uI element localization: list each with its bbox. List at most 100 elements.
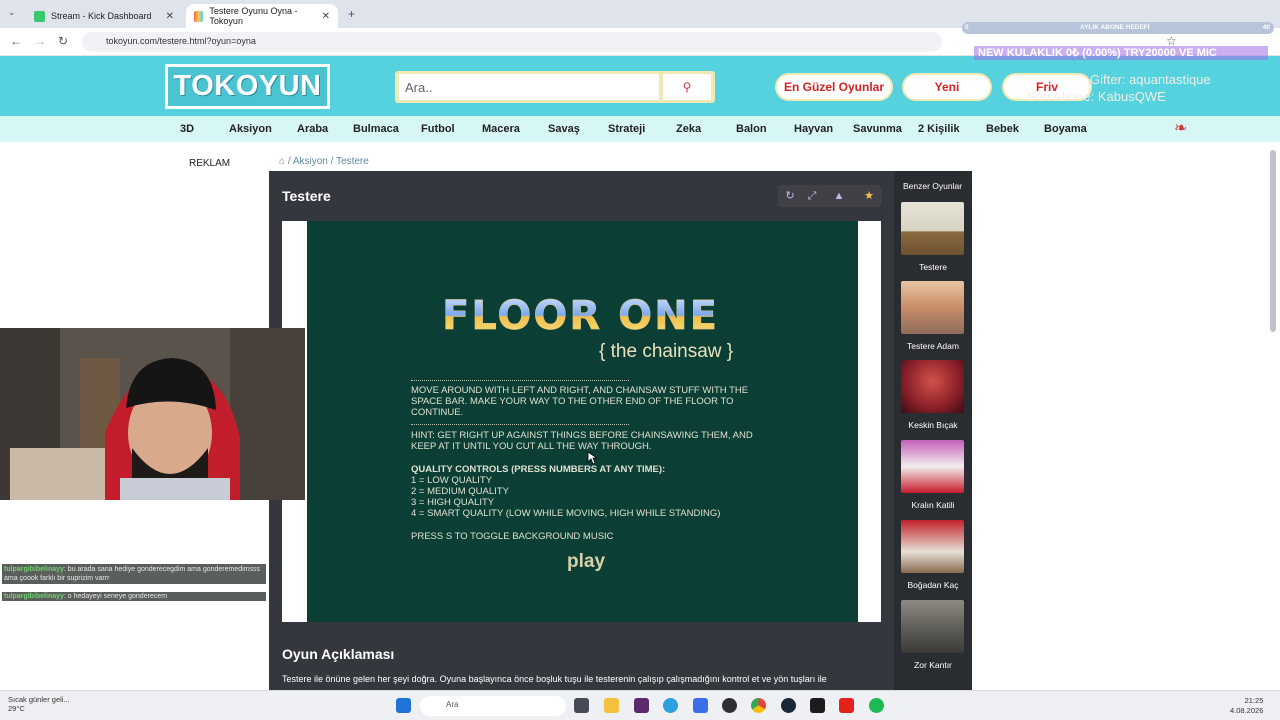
- taskbar-search[interactable]: Ara: [420, 696, 566, 716]
- clock-time: 21:25: [1244, 696, 1264, 705]
- game-label[interactable]: Kralın Katili: [894, 500, 972, 510]
- game-thumb-kralin-katili[interactable]: [901, 440, 964, 493]
- category-zeka[interactable]: Zeka: [676, 123, 701, 135]
- chrome-icon[interactable]: [751, 698, 766, 713]
- game-thumb-bogadan-kac[interactable]: [901, 520, 964, 573]
- game-canvas[interactable]: FLOOR ONE { the chainsaw } MOVE AROUND W…: [307, 221, 858, 622]
- new-games-button[interactable]: Yeni: [902, 73, 992, 101]
- chat-message: tulpargibibelinayy: o hedayeyi seneye go…: [2, 592, 266, 601]
- tab-testere[interactable]: Testere Oyunu Oyna - Tokoyun ✕: [186, 4, 338, 28]
- search-input[interactable]: [399, 74, 659, 100]
- description-title: Oyun Açıklaması: [282, 646, 395, 662]
- music-toggle-text: PRESS S TO TOGGLE BACKGROUND MUSIC: [411, 531, 614, 542]
- game-hint: HINT: GET RIGHT UP AGAINST THINGS BEFORE…: [411, 430, 753, 452]
- quality-option: 4 = SMART QUALITY (LOW WHILE MOVING, HIG…: [411, 508, 721, 519]
- category-savunma[interactable]: Savunma: [853, 123, 902, 135]
- flame-logo-icon: ❧: [1174, 120, 1188, 137]
- app-icon[interactable]: [810, 698, 825, 713]
- game-thumb-testere-adam[interactable]: [901, 281, 964, 334]
- category-bulmaca[interactable]: Bulmaca: [353, 123, 399, 135]
- report-icon[interactable]: ▲: [832, 189, 846, 203]
- category-macera[interactable]: Macera: [482, 123, 520, 135]
- task-view-icon[interactable]: [574, 698, 589, 713]
- clock[interactable]: 21:25 4.08.2026: [1230, 696, 1263, 716]
- file-explorer-icon[interactable]: [604, 698, 619, 713]
- category-savas[interactable]: Savaş: [548, 123, 580, 135]
- breadcrumb-testere[interactable]: Testere: [336, 156, 369, 167]
- weather-text: Sıcak günler geli...: [8, 695, 70, 704]
- new-tab-icon[interactable]: +: [348, 7, 355, 21]
- quality-option: 3 = HIGH QUALITY: [411, 497, 495, 508]
- quality-option: 2 = MEDIUM QUALITY: [411, 486, 509, 497]
- best-games-button[interactable]: En Güzel Oyunlar: [775, 73, 893, 101]
- category-araba[interactable]: Araba: [297, 123, 328, 135]
- game-thumb-zor-kantir[interactable]: [901, 600, 964, 653]
- tab-menu-icon[interactable]: ⌄: [8, 7, 16, 18]
- search-button[interactable]: ⚲: [663, 74, 711, 100]
- os-taskbar: Sıcak günler geli... 29°C Ara 21:25 4.08…: [0, 690, 1280, 720]
- weather-widget[interactable]: Sıcak günler geli... 29°C: [8, 695, 70, 713]
- game-title: Testere: [282, 188, 331, 204]
- spotify-icon[interactable]: [869, 698, 884, 713]
- fullscreen-icon[interactable]: ⤢: [805, 189, 819, 203]
- game-label[interactable]: Keskin Bıçak: [894, 420, 972, 430]
- site-logo[interactable]: TOKOYUN: [165, 64, 330, 109]
- separator: [411, 380, 629, 381]
- game-label[interactable]: Testere Adam: [894, 341, 972, 351]
- steam-icon[interactable]: [781, 698, 796, 713]
- start-menu-icon[interactable]: [396, 698, 411, 713]
- chat-message: tulpargibibelinayy: bu arada sana hediye…: [2, 564, 266, 584]
- gifter-text: Gifter: aquantastique: [1090, 72, 1211, 87]
- game-thumb-keskin-bicak[interactable]: [901, 360, 964, 413]
- tab-kick-dashboard[interactable]: Stream - Kick Dashboard ✕: [26, 4, 182, 28]
- page-scrollbar[interactable]: [1270, 150, 1276, 332]
- url-text: tokoyun.com/testere.html?oyun=oyna: [106, 36, 256, 46]
- game-label[interactable]: Testere: [894, 262, 972, 272]
- url-field[interactable]: tokoyun.com/testere.html?oyun=oyna: [82, 32, 942, 52]
- category-bebek[interactable]: Bebek: [986, 123, 1019, 135]
- webcam-overlay: [0, 328, 305, 500]
- quality-option: 1 = LOW QUALITY: [411, 475, 493, 486]
- tab-label: Testere Oyunu Oyna - Tokoyun: [209, 6, 298, 26]
- quality-header: QUALITY CONTROLS (PRESS NUMBERS AT ANY T…: [411, 464, 666, 475]
- chat-user: tulpargibibelinayy: [4, 593, 64, 600]
- ad-label: REKLAM: [189, 158, 231, 169]
- chat-text: : o hedayeyi seneye gonderecem: [63, 593, 168, 600]
- app-icon[interactable]: [634, 698, 649, 713]
- chat-user: tulpargibibelinayy: [4, 566, 64, 573]
- category-boyama[interactable]: Boyama: [1044, 123, 1087, 135]
- home-icon[interactable]: ⌂: [279, 156, 285, 167]
- edge-icon[interactable]: [663, 698, 678, 713]
- breadcrumb: ⌂ / Aksiyon / Testere: [279, 156, 369, 167]
- similar-games-title: Benzer Oyunlar: [903, 181, 963, 191]
- play-button[interactable]: play: [567, 551, 605, 573]
- breadcrumb-aksiyon[interactable]: Aksiyon: [293, 156, 328, 167]
- subscriber-goal-bar: 0 AYLIK ABONE HEDEFİ 40: [962, 22, 1274, 34]
- category-balon[interactable]: Balon: [736, 123, 767, 135]
- clock-date: 4.08.2026: [1230, 706, 1264, 715]
- close-icon[interactable]: ✕: [322, 11, 330, 22]
- youtube-icon[interactable]: [839, 698, 854, 713]
- category-futbol[interactable]: Futbol: [421, 123, 455, 135]
- weather-temp: 29°C: [8, 704, 25, 713]
- store-icon[interactable]: [693, 698, 708, 713]
- close-icon[interactable]: ✕: [166, 11, 174, 22]
- app-icon[interactable]: [722, 698, 737, 713]
- game-thumb-testere[interactable]: [901, 202, 964, 255]
- reload-icon[interactable]: ↻: [58, 34, 68, 48]
- game-subtitle: { the chainsaw }: [599, 341, 734, 362]
- category-hayvan[interactable]: Hayvan: [794, 123, 833, 135]
- category-strateji[interactable]: Strateji: [608, 123, 645, 135]
- separator: [411, 424, 629, 425]
- category-3d[interactable]: 3D: [180, 123, 194, 135]
- back-icon[interactable]: ←: [10, 34, 22, 48]
- category-2-kisilik[interactable]: 2 Kişilik: [918, 123, 960, 135]
- game-label[interactable]: Boğadan Kaç: [894, 580, 972, 590]
- forward-icon[interactable]: →: [34, 34, 46, 48]
- restart-icon[interactable]: ↻: [783, 189, 797, 203]
- favorite-star-icon[interactable]: ★: [862, 189, 876, 203]
- category-aksiyon[interactable]: Aksiyon: [229, 123, 272, 135]
- category-nav: 3D Aksiyon Araba Bulmaca Futbol Macera S…: [0, 116, 1280, 142]
- goal-start: 0: [965, 24, 969, 31]
- game-label[interactable]: Zor Kantır: [894, 660, 972, 670]
